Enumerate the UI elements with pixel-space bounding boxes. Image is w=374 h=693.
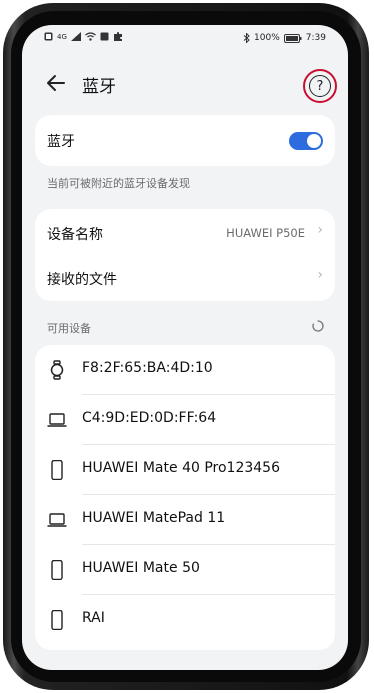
laptop-icon [47,513,67,527]
bluetooth-toggle-row[interactable]: 蓝牙 [35,115,335,166]
device-info-card: 设备名称 HUAWEI P50E › 接收的文件 › [35,209,335,301]
chevron-right-icon: › [317,222,323,238]
battery-percent: 100% [254,33,280,43]
scanning-spinner-icon [312,320,324,332]
device-name-row[interactable]: 设备名称 HUAWEI P50E › [35,209,335,255]
wifi-icon [84,32,96,41]
available-devices-card: F8:2F:65:BA:4D:10 C4:9D:ED:0D:FF:64 HUAW… [35,345,335,650]
device-name: HUAWEI Mate 50 [82,560,200,576]
device-item[interactable]: RAI [35,595,335,645]
status-bar: 4G 100% 7:39 [22,25,348,49]
network-type-label: 4G [57,32,67,41]
available-devices-label: 可用设备 [47,322,91,335]
laptop-icon [47,413,67,427]
back-arrow-icon[interactable] [44,71,68,95]
bluetooth-icon [243,33,250,43]
device-name: HUAWEI Mate 40 Pro123456 [82,460,280,476]
screen: 4G 100% 7:39 蓝牙 ? 蓝牙 当前可被附近的蓝牙设备发现 设备名称 … [22,25,348,670]
clock: 7:39 [305,33,326,43]
puzzle-icon [113,32,122,41]
image-notification-icon [100,32,109,41]
device-name: RAI [82,610,105,626]
watch-icon [50,360,64,380]
page-title: 蓝牙 [82,77,116,97]
device-item[interactable]: F8:2F:65:BA:4D:10 [35,345,335,395]
help-highlight-circle: ? [303,69,337,103]
device-item[interactable]: HUAWEI Mate 40 Pro123456 [35,445,335,495]
help-icon[interactable]: ? [309,75,331,97]
signal-icon [70,32,81,41]
device-name: F8:2F:65:BA:4D:10 [82,360,213,376]
bluetooth-toggle-card: 蓝牙 [35,115,335,166]
discoverable-hint: 当前可被附近的蓝牙设备发现 [47,177,190,190]
received-files-label: 接收的文件 [47,272,117,288]
device-item[interactable]: HUAWEI Mate 50 [35,545,335,595]
device-item[interactable]: HUAWEI MatePad 11 [35,495,335,545]
chevron-right-icon: › [317,267,323,283]
device-item[interactable]: C4:9D:ED:0D:FF:64 [35,395,335,445]
phone-icon [51,460,63,480]
phone-icon [51,610,63,630]
sim-icon [44,32,53,41]
device-name-value: HUAWEI P50E [226,226,305,240]
top-bar: 蓝牙 ? [22,59,348,105]
bluetooth-switch[interactable] [289,132,323,150]
bluetooth-label: 蓝牙 [47,134,75,150]
received-files-row[interactable]: 接收的文件 › [35,255,335,301]
device-name: HUAWEI MatePad 11 [82,510,226,526]
phone-icon [51,560,63,580]
device-name-label: 设备名称 [47,227,103,243]
device-name: C4:9D:ED:0D:FF:64 [82,410,217,426]
battery-icon [283,33,302,43]
